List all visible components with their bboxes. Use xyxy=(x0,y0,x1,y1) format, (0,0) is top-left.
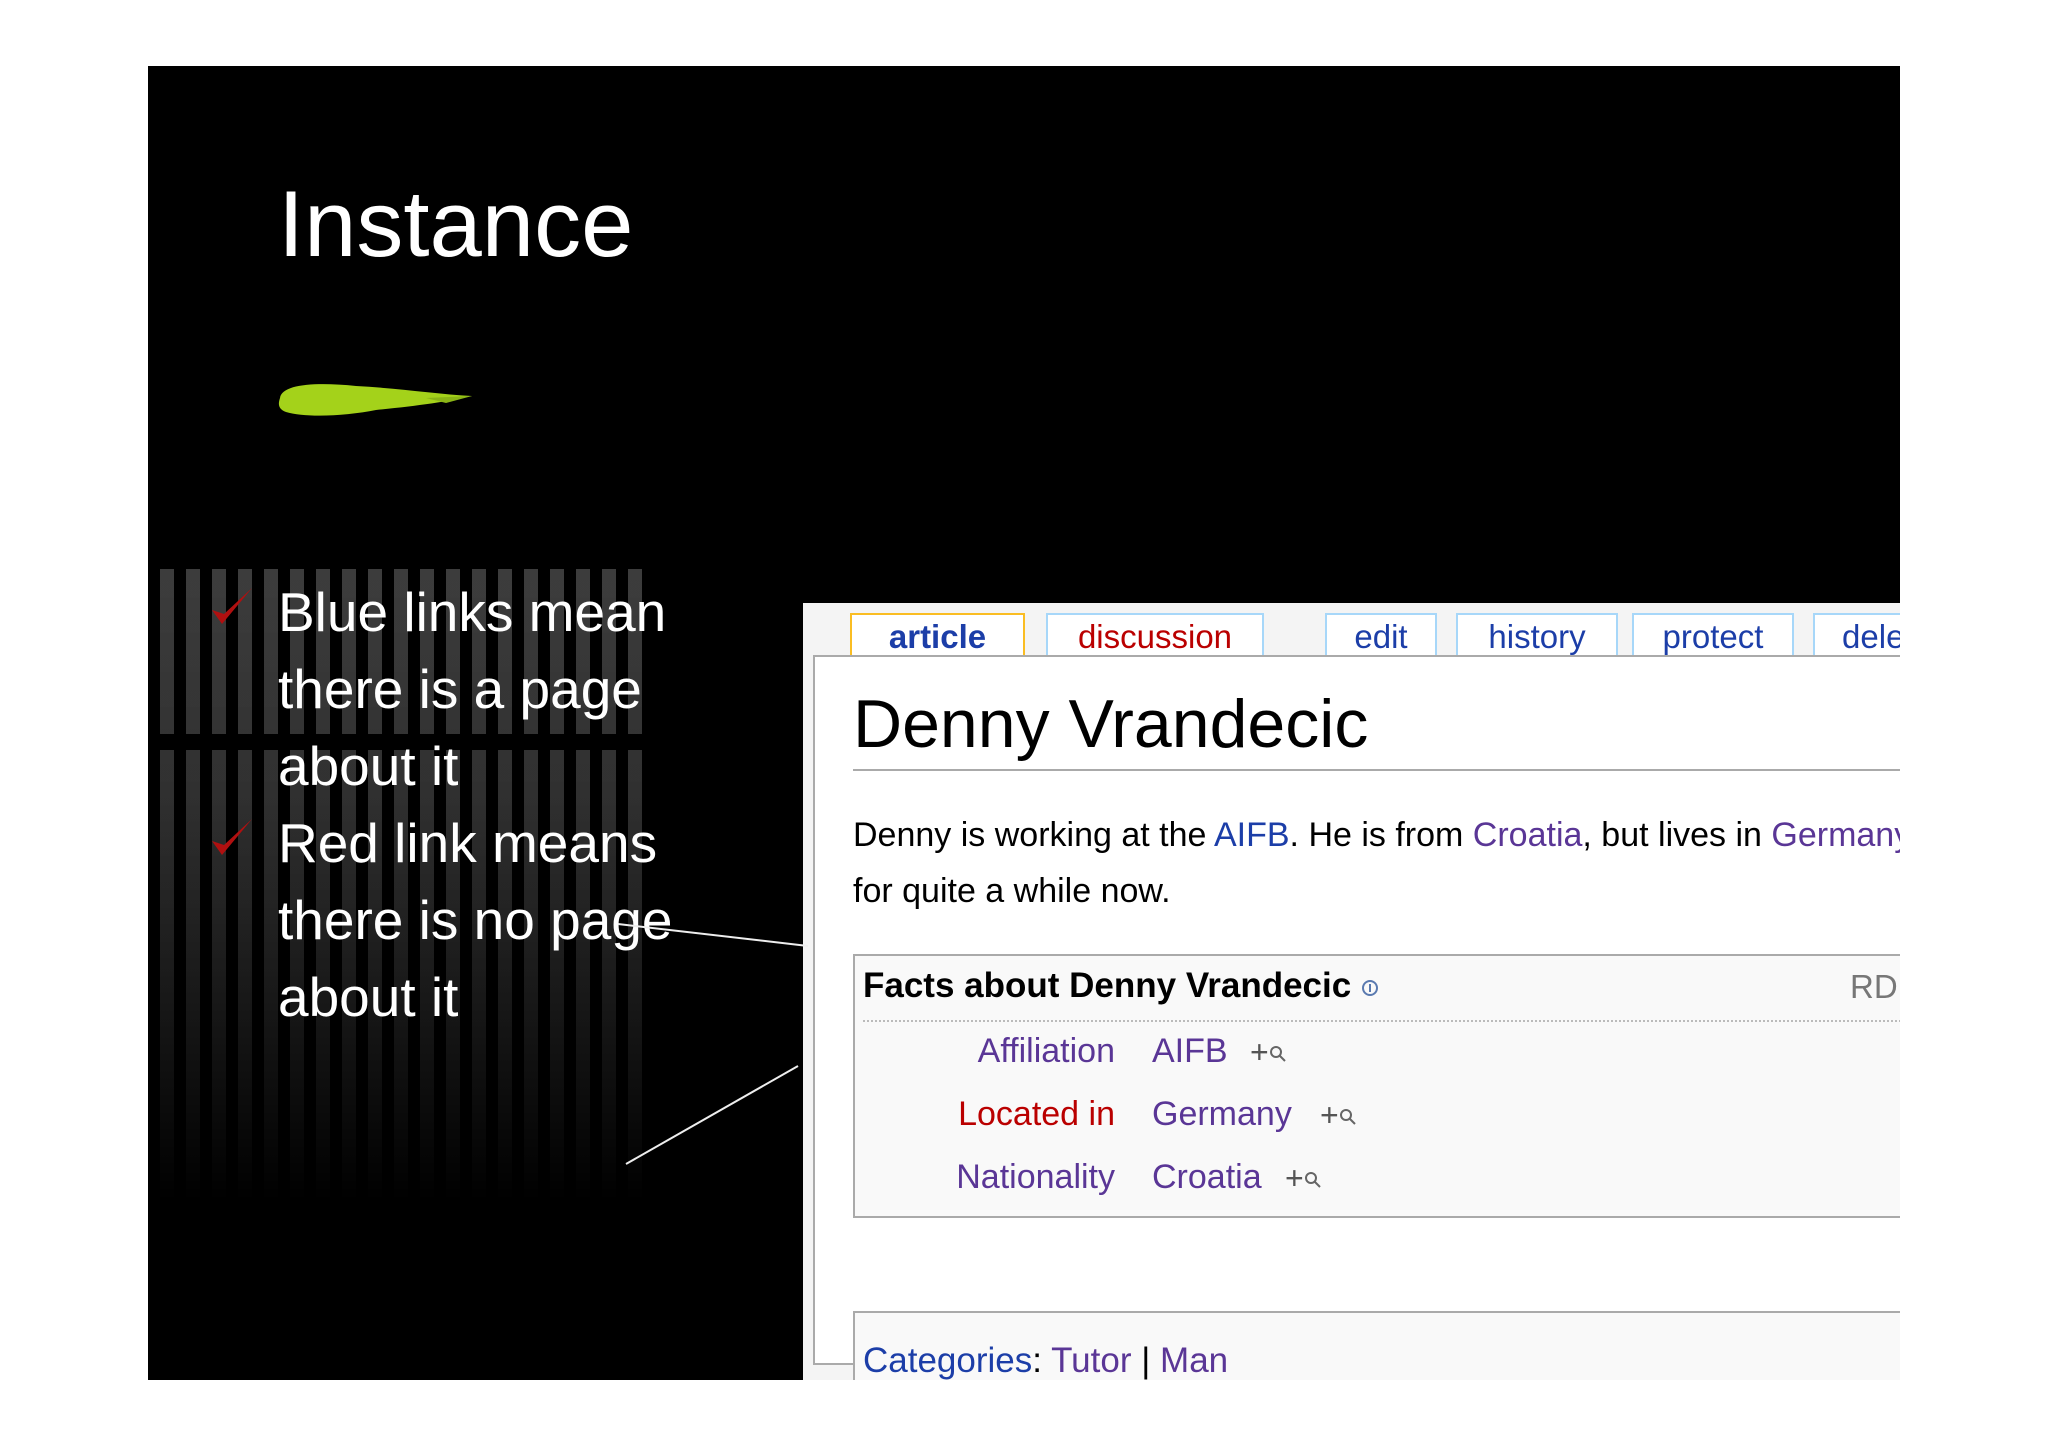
slide: Instance Blue links mean there is a page… xyxy=(148,66,1900,1380)
arrow-line-blue-links xyxy=(617,923,809,947)
annotation-arrows xyxy=(617,923,809,1165)
arrow-line-red-link xyxy=(625,1065,799,1165)
